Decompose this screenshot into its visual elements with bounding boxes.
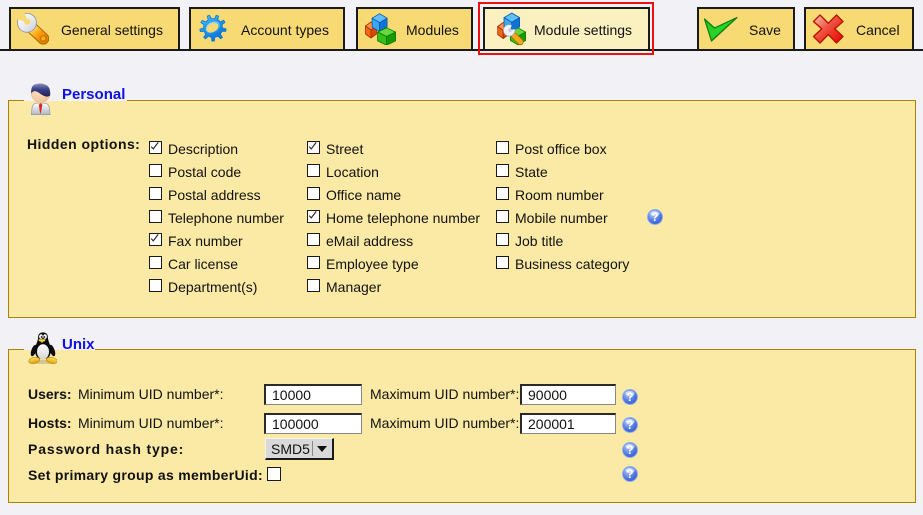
svg-text:?: ? bbox=[626, 468, 633, 481]
svg-text:?: ? bbox=[651, 211, 658, 224]
svg-text:?: ? bbox=[626, 419, 633, 432]
svg-text:?: ? bbox=[626, 444, 633, 457]
svg-text:?: ? bbox=[626, 391, 633, 404]
